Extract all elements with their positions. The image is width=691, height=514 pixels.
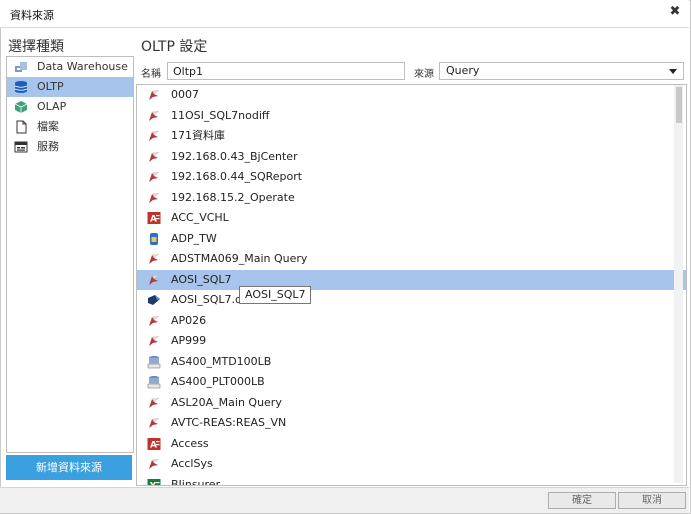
service-icon [14,141,28,153]
db2-icon [147,232,161,246]
svg-text:A: A [150,440,157,450]
list-item[interactable]: A ACC_VCHL [137,208,686,229]
type-label: OLTP [37,80,64,93]
type-label: OLAP [37,100,67,113]
type-heading: 選擇種類 [8,39,64,55]
list-item[interactable]: AOSI_SQL7.c [137,290,686,311]
type-item-file[interactable]: 檔案 [7,117,133,137]
sql-server-icon [147,396,161,410]
svg-text:A: A [150,215,157,225]
list-item-label: AOSI_SQL7 [171,272,232,286]
sql-server-icon [147,334,161,348]
name-label: 名稱 [141,69,161,80]
list-item[interactable]: 11OSI_SQL7nodiff [137,106,686,127]
name-field[interactable]: Oltp1 [167,62,405,80]
list-item[interactable]: AP026 [137,311,686,332]
list-item-label: ADP_TW [171,231,217,245]
sql-server-icon [147,273,161,287]
access-icon: A [147,437,161,451]
settings-heading: OLTP 設定 [141,39,208,55]
list-item[interactable]: 171資料庫 [137,126,686,147]
list-item-label: AP999 [171,334,207,347]
sql-server-icon [147,88,161,102]
database-icon [14,81,28,93]
svg-text:X: X [150,481,157,486]
list-item[interactable]: ASL20A_Main Query [137,393,686,414]
list-item-label: 192.168.0.44_SQReport [171,170,303,183]
list-item-label: 171資料庫 [171,129,225,142]
type-item-data-warehouse[interactable]: Data Warehouse [7,57,133,77]
sql-server-icon [147,314,161,328]
sql-server-icon [147,191,161,205]
list-item-label: ASL20A_Main Query [171,395,282,409]
dialog-title: 資料來源 [10,9,54,22]
close-button[interactable]: ✖ [667,4,683,20]
cube-icon [14,101,28,113]
cancel-button[interactable]: 取消 [618,492,686,509]
list-item-label: AOSI_SQL7.c [171,293,242,306]
source-label: 來源 [414,69,434,80]
list-item-label: Access [171,436,209,450]
list-item[interactable]: AVTC-REAS:REAS_VN [137,413,686,434]
type-label: 檔案 [37,120,59,133]
sql-server-icon [147,457,161,471]
list-item-label: AcclSys [171,457,213,470]
list-item[interactable]: AP999 [137,331,686,352]
list-item[interactable]: 0007 [137,85,686,106]
list-item[interactable]: ADP_TW [137,229,686,250]
odbc-icon [147,293,161,307]
list-item[interactable]: AcclSys [137,454,686,475]
sql-server-icon [147,252,161,266]
data-warehouse-icon [15,62,27,72]
type-item-olap[interactable]: OLAP [7,97,133,117]
list-item-label: ACC_VCHL [171,211,229,224]
type-label: Data Warehouse [37,60,128,73]
scrollbar-thumb[interactable] [676,87,682,123]
list-item[interactable]: ADSTMA069_Main Query [137,249,686,270]
list-item-label: AS400_PLT000LB [171,375,265,388]
tooltip: AOSI_SQL7 [239,286,312,304]
sql-server-icon [147,416,161,430]
source-select-value: Query [446,64,480,77]
file-icon [16,120,27,134]
list-item[interactable]: AS400_MTD100LB [137,352,686,373]
connection-list[interactable]: 0007 11OSI_SQL7nodiff 171資料庫 192.168.0.4… [136,84,687,486]
title-bar: 資料來源 ✖ [0,0,689,28]
sql-server-icon [147,150,161,164]
list-item-label: AS400_MTD100LB [171,354,272,368]
list-item-label: AVTC-REAS:REAS_VN [171,416,287,429]
list-item-label: 11OSI_SQL7nodiff [171,108,270,122]
list-item[interactable]: 192.168.0.43_BjCenter [137,147,686,168]
list-item-label: 0007 [171,88,199,101]
list-item-label: BIinsurer [171,477,221,486]
type-label: 服務 [37,140,59,153]
ok-button[interactable]: 確定 [548,492,616,509]
chevron-down-icon [669,69,677,74]
list-item-label: AP026 [171,313,207,327]
list-item[interactable]: AS400_PLT000LB [137,372,686,393]
add-data-source-button[interactable]: 新增資料來源 [6,455,132,480]
cobol-icon [147,355,161,369]
list-item[interactable]: 192.168.0.44_SQReport [137,167,686,188]
list-item[interactable]: 192.168.15.2_Operate [137,188,686,209]
list-item-label: 192.168.15.2_Operate [171,190,295,204]
sql-server-icon [147,109,161,123]
type-item-service[interactable]: 服務 [7,137,133,157]
cobol-icon [147,375,161,389]
list-item-label: ADSTMA069_Main Query [171,252,308,265]
type-list: Data Warehouse OLTP OLAP 檔案 服務 [6,56,134,453]
access-icon: A [147,211,161,225]
sql-server-icon [147,129,161,143]
list-item[interactable]: X BIinsurer [137,475,686,486]
list-item-selected[interactable]: AOSI_SQL7 [137,269,686,290]
source-select[interactable]: Query [439,62,684,80]
list-item-label: 192.168.0.43_BjCenter [171,149,298,163]
type-item-oltp[interactable]: OLTP [7,77,133,97]
sql-server-icon [147,170,161,184]
excel-icon: X [147,478,161,486]
list-scrollbar[interactable] [674,85,683,483]
list-item[interactable]: A Access [137,434,686,455]
